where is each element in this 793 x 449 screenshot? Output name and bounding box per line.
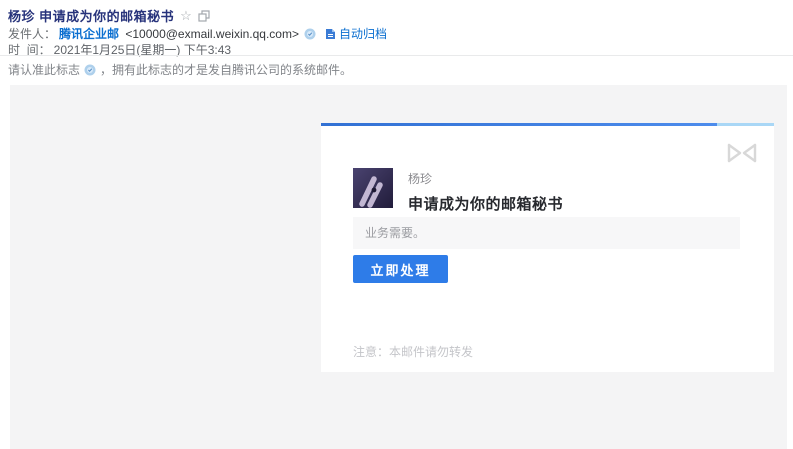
verified-badge-icon — [84, 64, 96, 76]
notice-prefix: 请认准此标志 — [8, 61, 80, 78]
anti-fraud-notice: 请认准此标志 ，拥有此标志的才是发自腾讯公司的系统邮件。 — [8, 61, 352, 78]
sender-name-link[interactable]: 腾讯企业邮 — [59, 25, 119, 42]
open-in-new-window-icon[interactable] — [198, 10, 210, 22]
mail-body-panel: 杨珍 申请成为你的邮箱秘书 业务需要。 立即处理 注意：本邮件请勿转发 — [10, 85, 787, 449]
request-message: 业务需要。 — [353, 217, 740, 249]
handle-now-button[interactable]: 立即处理 — [353, 255, 448, 283]
header-divider — [0, 55, 793, 56]
auto-archive-link[interactable]: 自动归档 — [339, 25, 387, 42]
do-not-forward-note: 注意：本邮件请勿转发 — [353, 343, 473, 360]
avatar — [353, 168, 393, 208]
verified-badge-icon[interactable] — [304, 28, 316, 40]
from-label: 发件人： — [8, 25, 56, 42]
request-title: 申请成为你的邮箱秘书 — [408, 193, 563, 214]
applicant-name: 杨珍 — [408, 170, 563, 187]
mail-reading-pane: 杨珍 申请成为你的邮箱秘书 ☆ 发件人： 腾讯企业邮 <10000@exmail… — [0, 0, 793, 449]
applicant-block: 杨珍 申请成为你的邮箱秘书 — [353, 168, 563, 214]
notice-suffix: ，拥有此标志的才是发自腾讯公司的系统邮件。 — [100, 61, 352, 78]
secretary-request-card: 杨珍 申请成为你的邮箱秘书 业务需要。 立即处理 注意：本邮件请勿转发 — [321, 123, 774, 372]
star-favorite-icon[interactable]: ☆ — [180, 9, 192, 22]
sender-email: <10000@exmail.weixin.qq.com> — [122, 27, 299, 41]
card-accent-line — [321, 123, 774, 126]
archive-document-icon[interactable] — [325, 28, 336, 40]
subject-row: 杨珍 申请成为你的邮箱秘书 ☆ — [8, 6, 210, 25]
from-row: 发件人： 腾讯企业邮 <10000@exmail.weixin.qq.com> … — [8, 25, 387, 42]
mail-subject: 杨珍 申请成为你的邮箱秘书 — [8, 6, 174, 25]
exmail-logo-icon — [727, 143, 757, 168]
